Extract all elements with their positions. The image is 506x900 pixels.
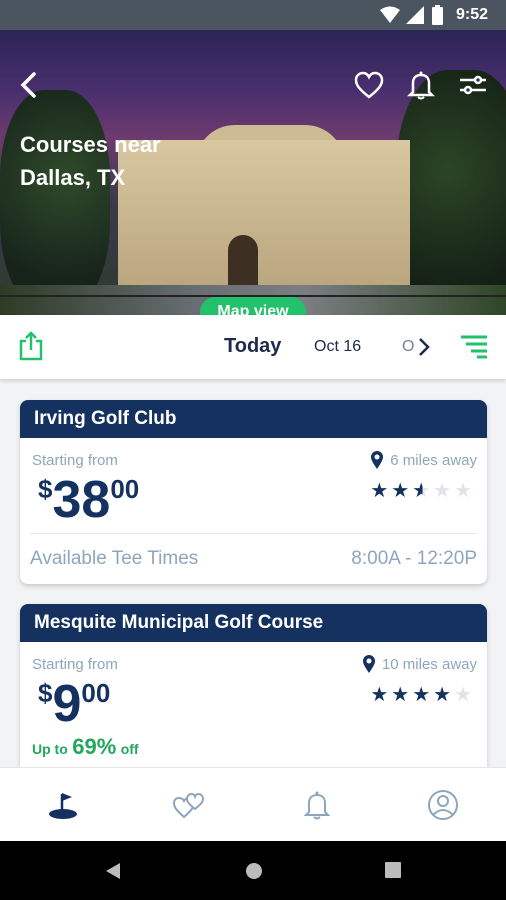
heart-icon: [354, 71, 384, 99]
circle-home-icon: [246, 863, 262, 879]
distance: 6 miles away: [370, 450, 477, 470]
triangle-back-icon: [106, 863, 120, 879]
system-recents-button[interactable]: [384, 861, 402, 884]
profile-icon: [428, 790, 458, 820]
date-selector-bar: Today Oct 16 O: [0, 315, 506, 379]
discount-badge: Up to 69% off: [32, 734, 139, 760]
page-title: Courses near Dallas, TX: [20, 128, 220, 194]
status-time: 9:52: [455, 6, 488, 23]
star-icon: ★: [370, 684, 392, 706]
bottom-navigation: [0, 767, 506, 842]
star-icon: ★: [433, 480, 455, 502]
sort-icon: [461, 335, 487, 359]
filter-icon: [460, 75, 486, 95]
nav-tab-courses[interactable]: [46, 788, 80, 822]
star-icon: ★: [454, 684, 475, 706]
divider: [30, 533, 477, 534]
next-date-button[interactable]: [416, 335, 432, 364]
price-cents: 00: [110, 474, 140, 504]
distance: 10 miles away: [362, 654, 477, 674]
star-icon: ★: [391, 684, 413, 706]
back-button[interactable]: [14, 70, 44, 100]
nav-tab-favorites[interactable]: [172, 788, 206, 822]
starting-from-label: Starting from: [32, 656, 118, 673]
hearts-icon: [172, 792, 205, 819]
square-recents-icon: [385, 862, 401, 878]
price-currency: $: [38, 678, 53, 708]
system-home-button[interactable]: [244, 861, 264, 886]
golf-icon: [49, 793, 77, 819]
date-tab-partial[interactable]: O: [402, 338, 414, 356]
nav-tab-profile[interactable]: [426, 788, 460, 822]
star-icon: ★: [454, 480, 475, 502]
course-name: Mesquite Municipal Golf Course: [20, 604, 487, 642]
system-navigation-bar: [0, 841, 506, 900]
distance-text: 10 miles away: [381, 655, 477, 673]
discount-prefix: Up to: [32, 741, 68, 757]
hero-banner: Courses near Dallas, TX Map view: [0, 30, 506, 315]
star-rating: ★★★★★: [370, 478, 475, 503]
share-button[interactable]: [18, 331, 44, 366]
filter-button[interactable]: [458, 70, 488, 100]
bell-icon: [303, 791, 331, 820]
wifi-icon: [380, 6, 400, 29]
bell-icon: [407, 71, 435, 100]
status-bar: 9:52: [0, 0, 506, 30]
hero-actions: [354, 70, 488, 100]
back-icon: [20, 72, 36, 98]
page-title-location: Dallas, TX: [20, 165, 126, 190]
date-tab-next[interactable]: Oct 16: [314, 338, 361, 356]
price-dollars: 38: [52, 471, 111, 529]
alerts-button[interactable]: [406, 70, 436, 100]
date-tab-today[interactable]: Today: [224, 335, 281, 358]
course-card[interactable]: Irving Golf Club Starting from $3800 6 m…: [20, 400, 487, 584]
star-rating: ★★★★★: [370, 682, 475, 707]
chevron-right-icon: [419, 338, 430, 356]
hero-image-tree: [396, 70, 506, 315]
map-view-button[interactable]: Map view: [200, 297, 306, 315]
location-pin-icon: [371, 451, 384, 469]
star-half-icon: ★: [412, 480, 434, 502]
sort-button[interactable]: [460, 333, 488, 364]
discount-suffix: off: [120, 741, 139, 757]
price: $900: [38, 674, 110, 734]
price: $3800: [38, 470, 139, 530]
course-card[interactable]: Mesquite Municipal Golf Course Starting …: [20, 604, 487, 774]
signal-icon: [406, 6, 424, 29]
price-cents: 00: [81, 678, 111, 708]
available-tee-times-label: Available Tee Times: [30, 548, 199, 569]
price-dollars: 9: [52, 675, 82, 733]
discount-value: 69%: [72, 734, 117, 759]
course-name: Irving Golf Club: [20, 400, 487, 438]
star-icon: ★: [391, 480, 413, 502]
page-title-line: Courses near: [20, 132, 161, 157]
battery-icon: [432, 5, 443, 30]
favorite-button[interactable]: [354, 70, 384, 100]
nav-tab-alerts[interactable]: [300, 788, 334, 822]
hero-image-tree: [0, 90, 110, 310]
share-icon: [19, 331, 43, 361]
price-currency: $: [38, 474, 53, 504]
system-back-button[interactable]: [104, 861, 122, 886]
distance-text: 6 miles away: [390, 451, 477, 469]
star-icon: ★: [412, 684, 434, 706]
tee-time-range: 8:00A - 12:20P: [351, 548, 477, 569]
star-icon: ★: [433, 684, 455, 706]
location-pin-icon: [362, 655, 375, 673]
starting-from-label: Starting from: [32, 452, 118, 469]
star-icon: ★: [370, 480, 392, 502]
